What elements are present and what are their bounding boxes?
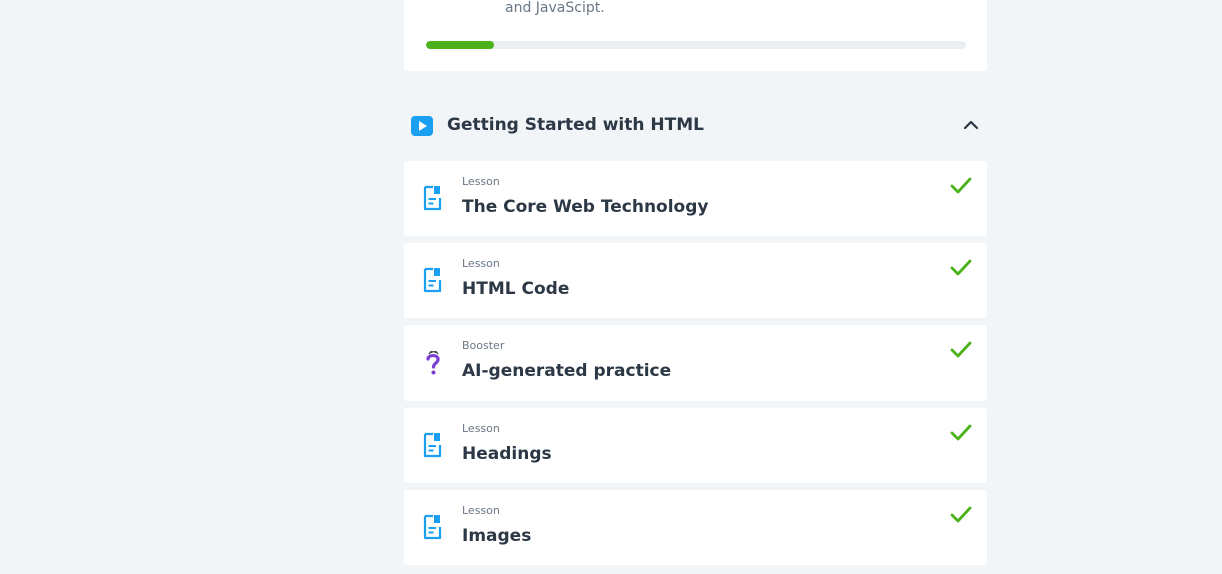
lesson-type-label: Lesson <box>462 422 500 435</box>
document-icon <box>422 431 444 459</box>
lesson-title: Images <box>462 526 532 546</box>
checkmark-icon <box>950 258 972 278</box>
lesson-type-label: Lesson <box>462 504 500 517</box>
question-mark-icon <box>422 348 444 376</box>
lesson-title: The Core Web Technology <box>462 197 709 217</box>
lesson-item[interactable]: Booster AI-generated practice <box>404 325 987 401</box>
course-progress-bar <box>426 41 966 49</box>
lesson-title: AI-generated practice <box>462 361 672 381</box>
document-icon <box>422 184 444 212</box>
collapse-module-button[interactable] <box>961 115 981 135</box>
document-icon <box>422 266 444 294</box>
module-title: Getting Started with HTML <box>447 115 704 135</box>
course-description: and JavaScipt. <box>505 0 605 16</box>
lesson-item[interactable]: Lesson The Core Web Technology <box>404 161 987 236</box>
checkmark-icon <box>950 423 972 443</box>
lesson-title: Headings <box>462 444 552 464</box>
checkmark-icon <box>950 505 972 525</box>
module-header[interactable]: Getting Started with HTML <box>404 108 987 144</box>
lesson-item[interactable]: Lesson Images <box>404 490 987 565</box>
play-icon <box>411 116 433 136</box>
lesson-type-label: Lesson <box>462 257 500 270</box>
lesson-item[interactable]: Lesson HTML Code <box>404 243 987 318</box>
checkmark-icon <box>950 340 972 360</box>
course-progress-fill <box>426 41 495 49</box>
lesson-type-label: Lesson <box>462 175 500 188</box>
document-icon <box>422 513 444 541</box>
lesson-type-label: Booster <box>462 339 505 352</box>
lesson-title: HTML Code <box>462 279 570 299</box>
chevron-up-icon <box>963 120 979 130</box>
lesson-item[interactable]: Lesson Headings <box>404 408 987 483</box>
checkmark-icon <box>950 176 972 196</box>
course-summary-card: and JavaScipt. <box>404 0 987 71</box>
